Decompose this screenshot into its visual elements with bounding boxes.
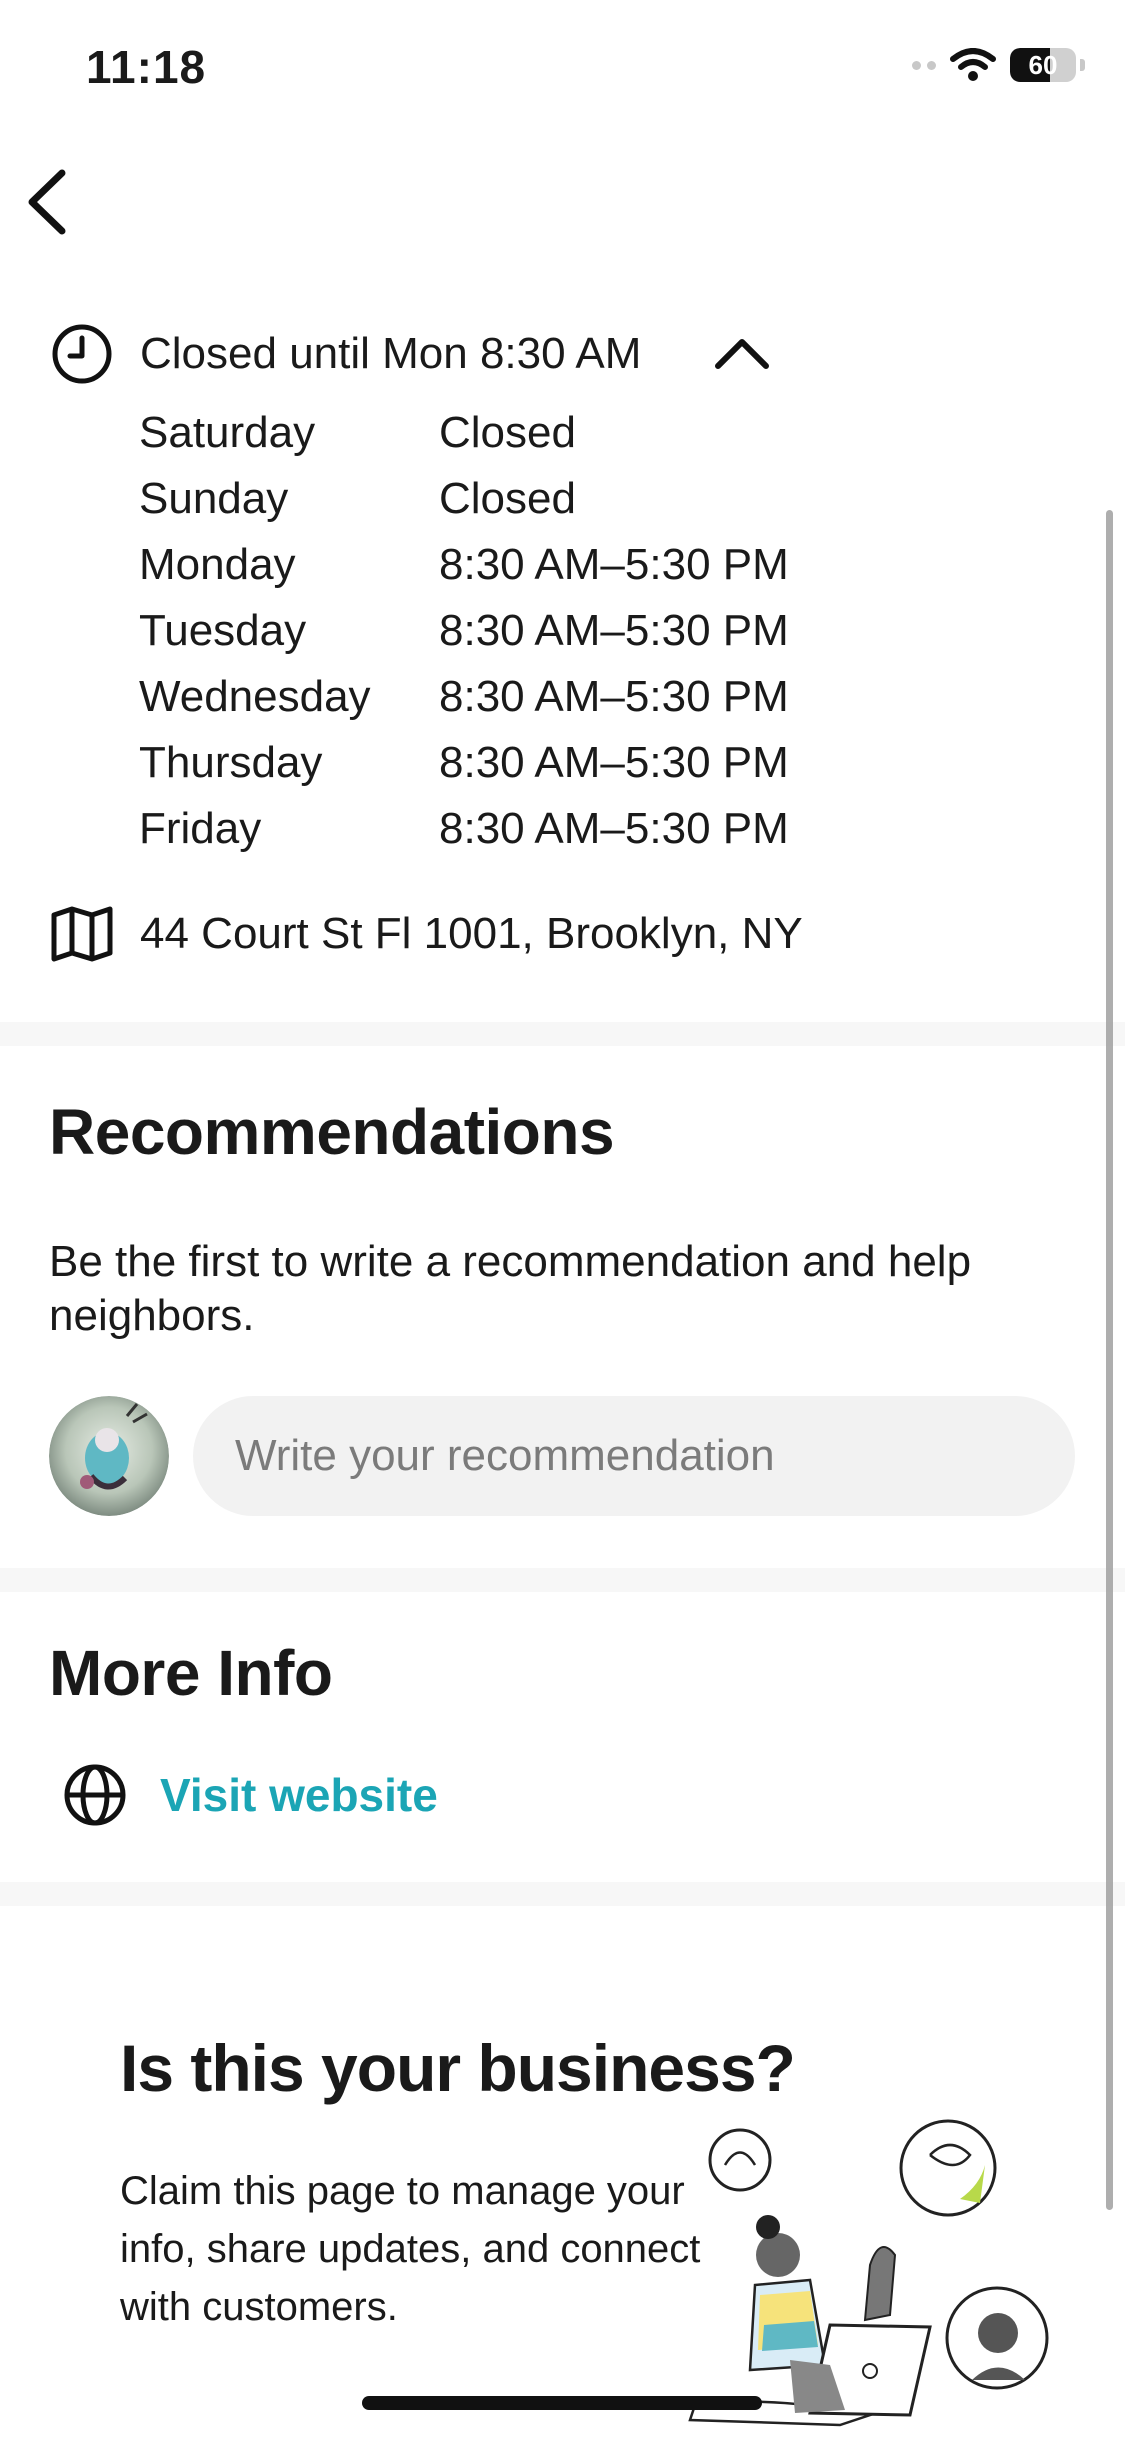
status-icons: 60 xyxy=(912,48,1085,82)
home-indicator[interactable] xyxy=(362,2396,762,2410)
back-button[interactable] xyxy=(20,165,80,235)
hours-row: Tuesday 8:30 AM–5:30 PM xyxy=(139,598,789,664)
hours-time: 8:30 AM–5:30 PM xyxy=(439,606,789,655)
hours-row: Wednesday 8:30 AM–5:30 PM xyxy=(139,664,789,730)
hours-time: 8:30 AM–5:30 PM xyxy=(439,804,789,853)
hours-row: Saturday Closed xyxy=(139,400,789,466)
more-info-title: More Info xyxy=(49,1637,333,1709)
claim-business-text: Claim this page to manage your info, sha… xyxy=(120,2169,701,2329)
hours-row: Monday 8:30 AM–5:30 PM xyxy=(139,532,789,598)
address-text: 44 Court St Fl 1001, Brooklyn, NY xyxy=(140,909,803,958)
section-divider xyxy=(0,1882,1125,1906)
hours-day: Wednesday xyxy=(139,672,371,721)
address-row[interactable]: 44 Court St Fl 1001, Brooklyn, NY xyxy=(50,905,803,963)
visit-website-link[interactable]: Visit website xyxy=(62,1762,438,1828)
visit-website-label: Visit website xyxy=(160,1769,438,1821)
hours-day: Tuesday xyxy=(139,606,307,655)
hours-collapse-button[interactable] xyxy=(714,336,770,370)
hours-table: Saturday Closed Sunday Closed Monday 8:30 A… xyxy=(139,400,789,862)
hours-row: Sunday Closed xyxy=(139,466,789,532)
hours-time: 8:30 AM–5:30 PM xyxy=(439,738,789,787)
claim-business-title: Is this your business? xyxy=(120,2031,796,2105)
hours-row: Thursday 8:30 AM–5:30 PM xyxy=(139,730,789,796)
battery-level: 60 xyxy=(1028,50,1058,80)
hours-day: Monday xyxy=(139,540,296,589)
recommendations-title: Recommendations xyxy=(49,1096,615,1168)
hours-day: Saturday xyxy=(139,408,316,457)
hours-time: Closed xyxy=(439,408,576,457)
signal-icon xyxy=(912,60,936,70)
scrollbar[interactable] xyxy=(1106,510,1113,2210)
hours-day: Friday xyxy=(139,804,262,853)
wifi-icon xyxy=(950,48,996,81)
map-icon xyxy=(51,906,113,962)
business-owner-illustration xyxy=(680,2115,1060,2436)
hours-status: Closed until Mon 8:30 AM xyxy=(140,329,642,378)
hours-summary[interactable]: Closed until Mon 8:30 AM xyxy=(50,322,641,386)
recommendations-prompt: Be the first to write a recommendation a… xyxy=(49,1237,972,1340)
section-divider xyxy=(0,1568,1125,1592)
chevron-up-icon xyxy=(715,339,769,369)
globe-icon xyxy=(64,1764,126,1826)
hours-time: 8:30 AM–5:30 PM xyxy=(439,672,789,721)
hours-day: Thursday xyxy=(139,738,323,787)
hours-time: Closed xyxy=(439,474,576,523)
hours-time: 8:30 AM–5:30 PM xyxy=(439,540,789,589)
status-time: 11:18 xyxy=(86,41,207,93)
hours-row: Friday 8:30 AM–5:30 PM xyxy=(139,796,789,862)
battery-icon: 60 xyxy=(1010,48,1076,82)
avatar xyxy=(49,1396,169,1516)
section-divider xyxy=(0,1022,1125,1046)
recommendation-input[interactable] xyxy=(193,1396,1075,1516)
back-chevron-icon xyxy=(28,169,66,235)
hours-day: Sunday xyxy=(139,474,289,523)
clock-icon xyxy=(52,324,112,384)
